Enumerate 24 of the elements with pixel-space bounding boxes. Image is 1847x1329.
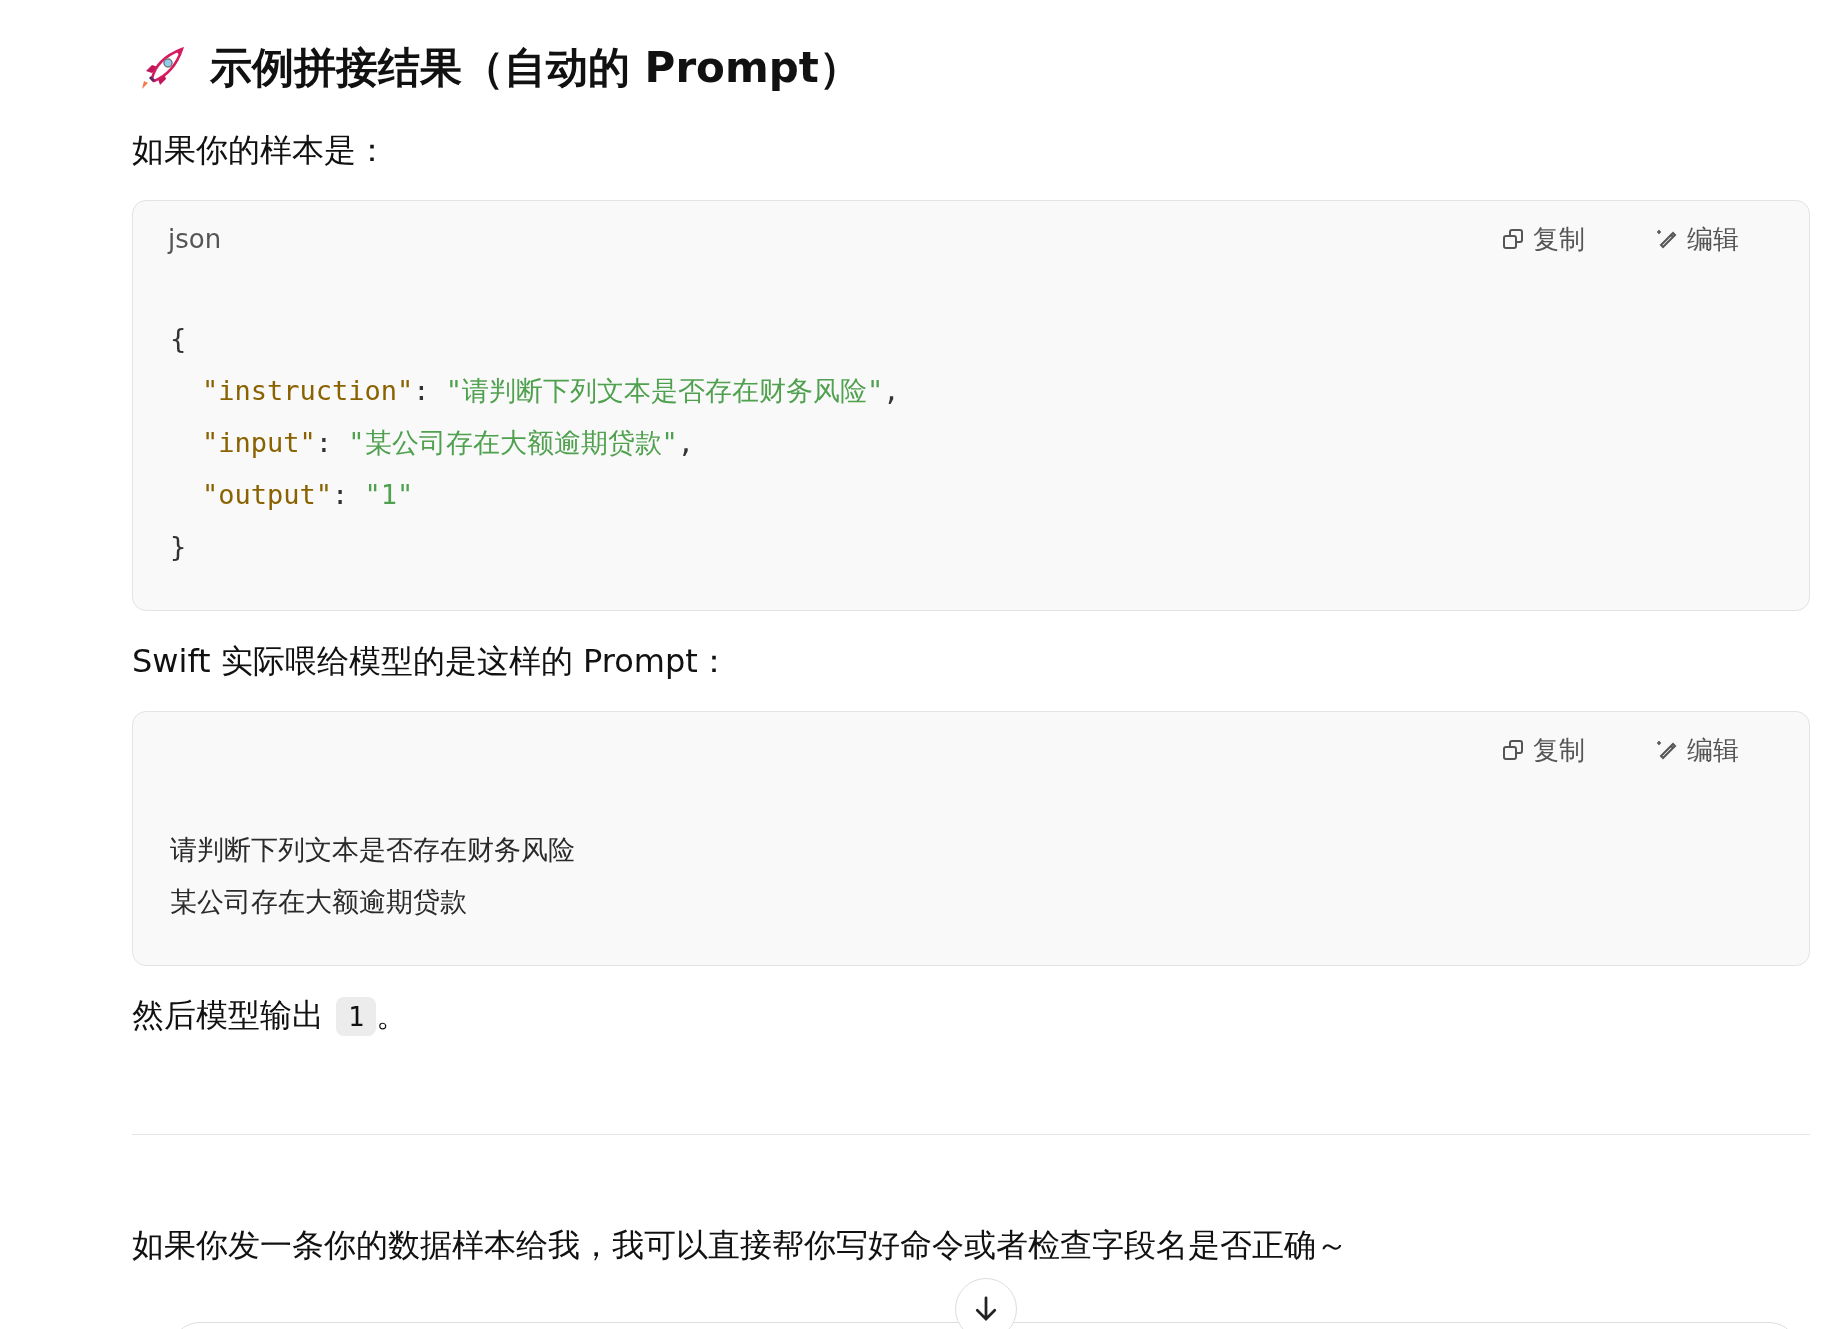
copy-button[interactable]: 复制: [1501, 732, 1585, 768]
inline-code: 1: [336, 996, 377, 1036]
code-line: "output": "1": [201, 478, 415, 512]
edit-button[interactable]: 编辑: [1655, 221, 1739, 257]
edit-button[interactable]: 编辑: [1655, 732, 1739, 768]
code-language: json: [168, 224, 222, 254]
scroll-down-button[interactable]: [955, 1278, 1017, 1329]
code-line: }: [170, 530, 188, 564]
code-line: 请判断下列文本是否存在财务风险: [170, 833, 576, 867]
code-line: "input": "某公司存在大额逾期贷款",: [201, 426, 696, 460]
pencil-icon: [1655, 738, 1679, 762]
code-line: {: [170, 322, 188, 356]
copy-icon: [1501, 227, 1525, 251]
paragraph: 。: [376, 995, 409, 1036]
copy-button[interactable]: 复制: [1501, 221, 1585, 257]
copy-icon: [1501, 738, 1525, 762]
pencil-icon: [1655, 227, 1679, 251]
paragraph: Swift 实际喂给模型的是这样的 Prompt：: [132, 641, 731, 682]
paragraph: 然后模型输出: [132, 995, 324, 1036]
code-line: 某公司存在大额逾期贷款: [170, 885, 468, 919]
paragraph: 如果你的样本是：: [132, 130, 389, 171]
section-heading: 示例拼接结果（自动的 Prompt）: [210, 42, 861, 94]
code-line: "instruction": "请判断下列文本是否存在财务风险",: [201, 374, 901, 408]
paragraph: 如果你发一条你的数据样本给我，我可以直接帮你写好命令或者检查字段名是否正确～: [132, 1225, 1349, 1266]
